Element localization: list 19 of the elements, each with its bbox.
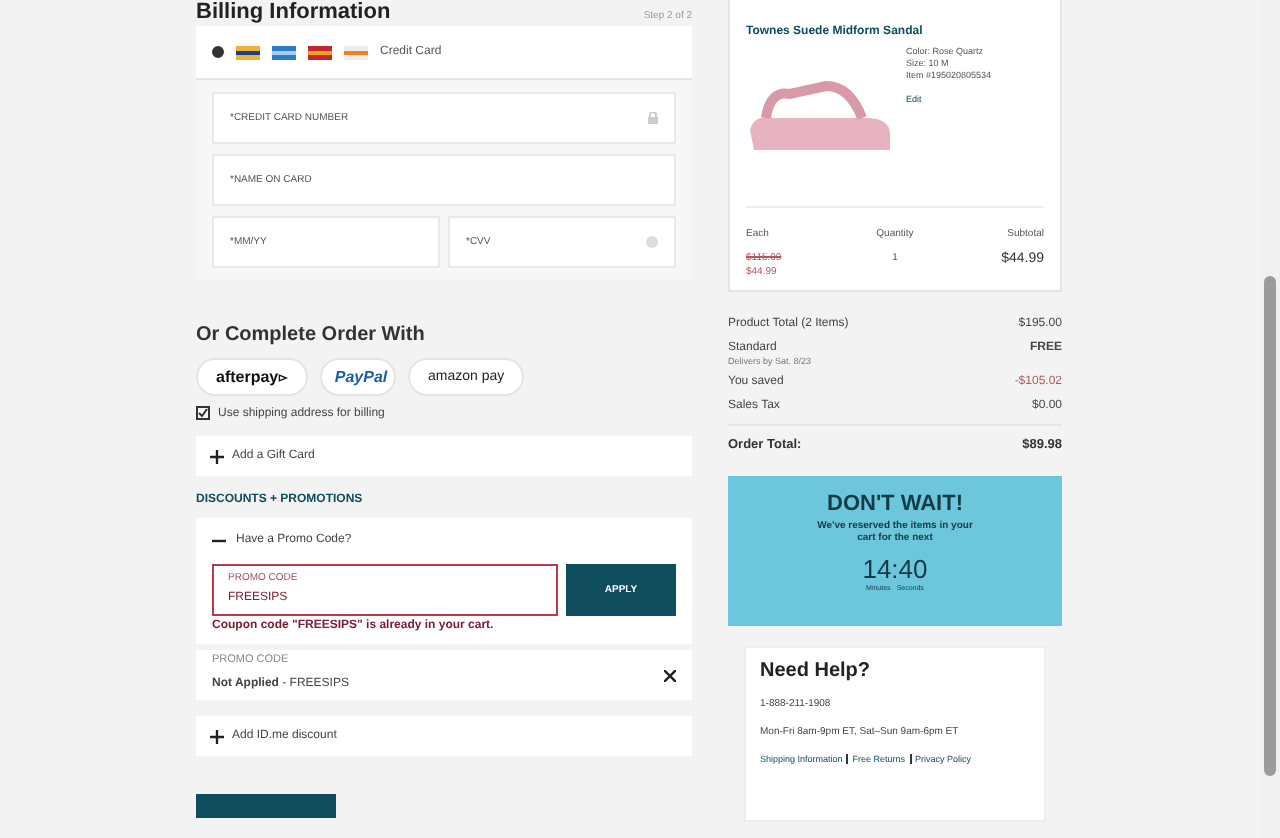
close-icon[interactable] <box>664 670 676 682</box>
payment-method-button[interactable]: PayPal <box>320 358 396 396</box>
section-title: Billing Information <box>196 0 391 24</box>
banner-title: DON'T WAIT! <box>827 492 963 516</box>
radio-button[interactable] <box>212 46 224 58</box>
card-icon <box>236 45 260 59</box>
plus-icon <box>210 449 224 463</box>
card-icon <box>344 45 368 59</box>
help-title: Need Help? <box>760 660 873 682</box>
card-icon <box>272 45 296 59</box>
plus-icon <box>210 729 224 743</box>
card-icon <box>308 45 332 59</box>
section-title: Or Complete Order With <box>196 324 427 346</box>
lock-icon <box>648 112 658 124</box>
payment-method-button[interactable]: afterpay <box>196 358 308 396</box>
checkbox[interactable] <box>196 406 210 420</box>
countdown: 14:40 <box>862 554 928 584</box>
help-icon <box>646 236 658 248</box>
scrollbar-thumb[interactable] <box>1264 276 1276 776</box>
